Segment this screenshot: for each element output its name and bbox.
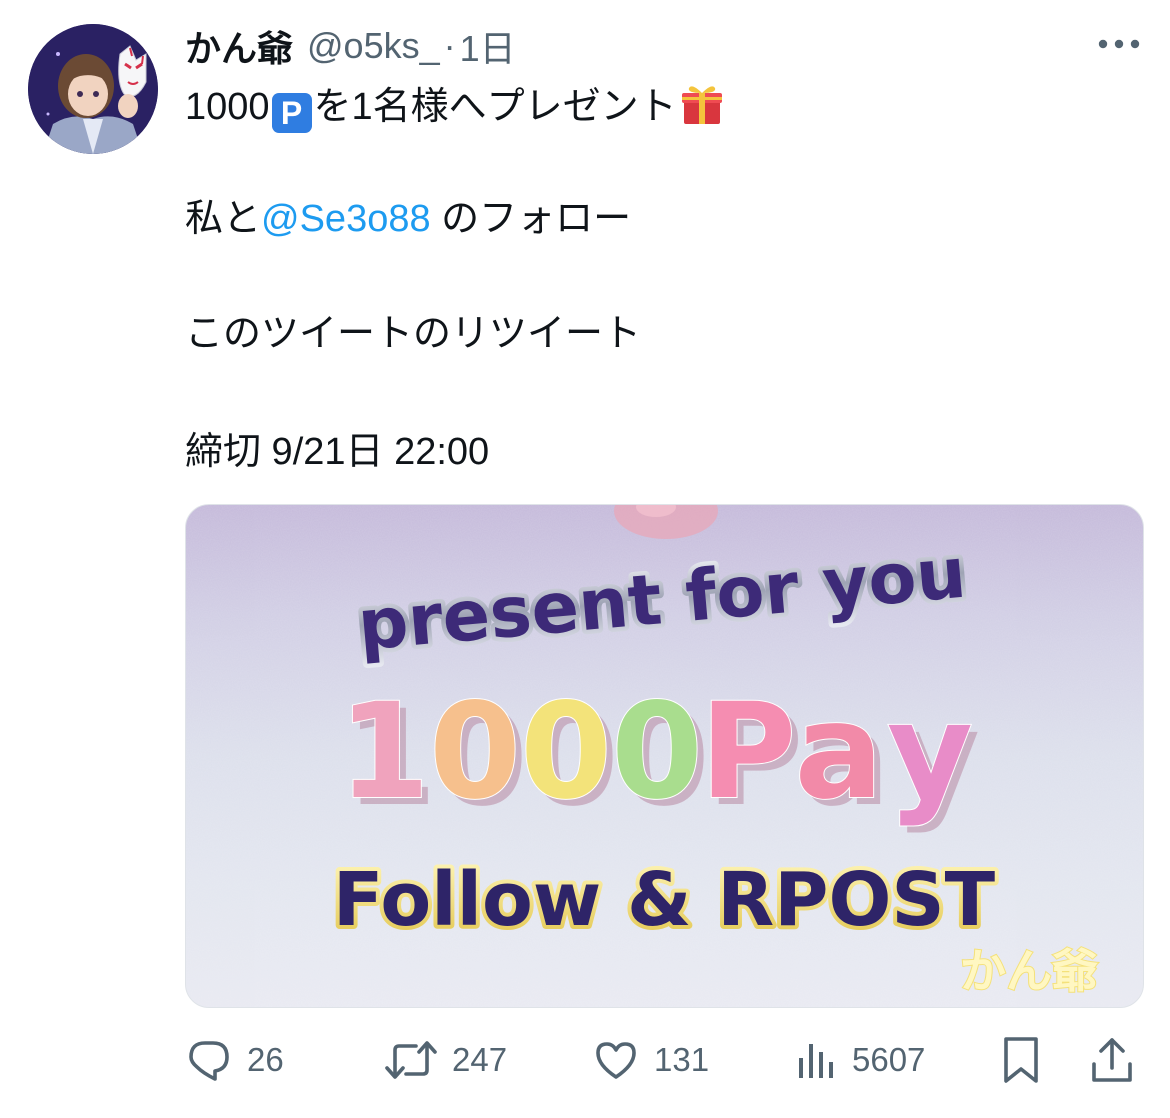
line2-suffix: のフォロー	[430, 198, 632, 240]
amount-char: 0	[611, 675, 703, 829]
views-button[interactable]: 5607	[796, 1032, 925, 1088]
tweet-text-line-1: 1000 P を1名様へプレゼント	[185, 81, 725, 133]
gift-icon	[679, 81, 725, 127]
reply-bubble-icon	[189, 1041, 229, 1081]
like-count: 131	[654, 1041, 710, 1078]
share-upload-icon	[1092, 1038, 1132, 1082]
author-handle[interactable]: @o5ks_	[307, 25, 440, 67]
media-cta: Follow & RPOST	[333, 857, 996, 943]
amount-char: P	[700, 675, 797, 829]
tweet-timestamp[interactable]: 1日	[460, 20, 516, 72]
bookmark-icon	[1004, 1037, 1038, 1083]
media-watermark: かん爺	[960, 944, 1098, 998]
repost-arrows-icon	[385, 1041, 437, 1079]
bookmark-button[interactable]	[999, 1032, 1043, 1088]
tweet-text-line-2: 私と@Se3o88 のフォロー	[185, 195, 631, 243]
views-count: 5607	[852, 1041, 926, 1078]
amount-char: a	[794, 675, 883, 829]
amount-char: 1	[338, 675, 430, 829]
heart-icon	[596, 1042, 636, 1079]
line1-suffix: を1名様へプレゼント	[313, 86, 677, 128]
reply-button[interactable]: 26	[185, 1032, 284, 1088]
avatar[interactable]	[28, 24, 158, 154]
share-button[interactable]	[1088, 1032, 1136, 1088]
header-separator: ·	[443, 25, 456, 66]
like-button[interactable]: 131	[592, 1032, 709, 1088]
more-horizontal-icon[interactable]	[1096, 34, 1142, 54]
mention-link[interactable]: @Se3o88	[261, 198, 431, 240]
author-display-name[interactable]: かん爺	[185, 20, 293, 72]
tweet-text-line-4: 締切 9/21日 22:00	[185, 431, 490, 473]
media-artwork: present for you 11 00 00 00 PP aa yy Follow & …	[186, 505, 1143, 1007]
line2-prefix: 私と	[185, 198, 262, 240]
media-amount-group: 11 00 00 00 PP aa yy	[337, 674, 980, 836]
tweet-actions-bar: 26 247 131 5607	[0, 1032, 1170, 1088]
views-bar-chart-icon	[799, 1044, 833, 1078]
repost-button[interactable]: 247	[384, 1032, 507, 1088]
avatar-illustration	[28, 24, 158, 154]
amount-char: 0	[520, 675, 612, 829]
tweet-header: かん爺 @o5ks_ · 1日	[185, 22, 516, 70]
amount-char: y	[887, 675, 973, 829]
repost-count: 247	[452, 1041, 508, 1078]
line1-prefix: 1000	[185, 86, 270, 128]
parking-p-icon: P	[271, 93, 312, 133]
tweet-media-image[interactable]: present for you 11000000PPaayy Follow & …	[185, 504, 1144, 1008]
reply-count: 26	[247, 1041, 284, 1078]
amount-char: 0	[429, 675, 521, 829]
tweet-text-line-3: このツイートのリツイート	[185, 313, 642, 355]
